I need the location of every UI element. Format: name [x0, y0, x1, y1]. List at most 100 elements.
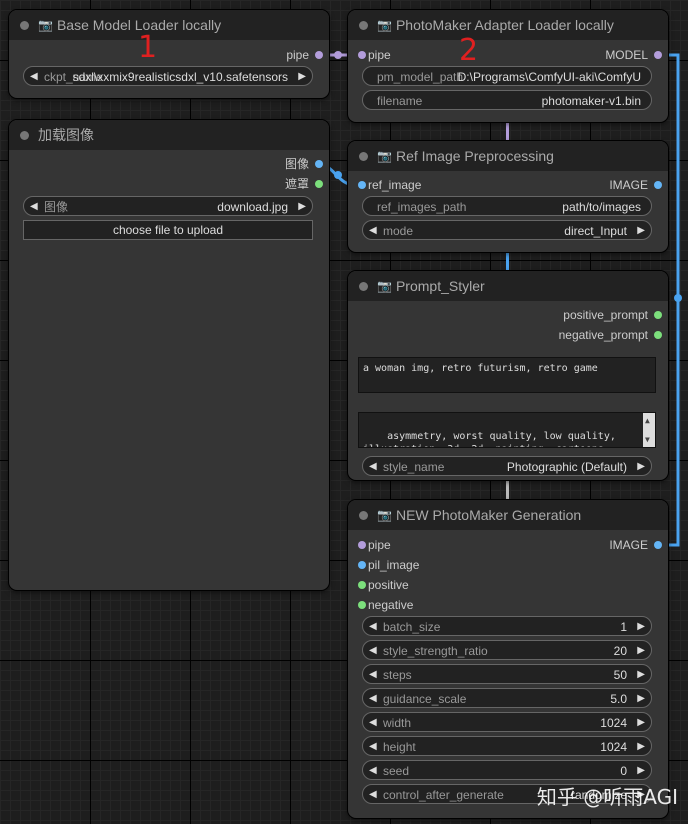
- decrement-icon[interactable]: ◀: [369, 737, 377, 757]
- node-title-bar[interactable]: 📷 Base Model Loader locally: [9, 10, 329, 40]
- arrow-right-icon[interactable]: ▶: [637, 221, 645, 241]
- collapse-dot-icon[interactable]: [359, 151, 368, 161]
- scroll-down-icon[interactable]: ▼: [645, 433, 650, 446]
- decrement-icon[interactable]: ◀: [369, 641, 377, 661]
- increment-icon[interactable]: ▶: [637, 665, 645, 685]
- input-dot-icon[interactable]: [358, 51, 366, 59]
- slot-label: ref_image: [368, 178, 422, 192]
- output-dot-icon[interactable]: [654, 311, 662, 319]
- increment-icon[interactable]: ▶: [637, 641, 645, 661]
- arrow-right-icon[interactable]: ▶: [298, 67, 306, 87]
- output-pipe[interactable]: pipe: [286, 47, 323, 63]
- text-filename[interactable]: filename photomaker-v1.bin: [362, 90, 652, 110]
- input-dot-icon[interactable]: [358, 601, 366, 609]
- negative-prompt-textarea[interactable]: asymmetry, worst quality, low quality, i…: [358, 412, 656, 448]
- output-image[interactable]: IMAGE: [609, 177, 662, 193]
- widget-value: 1024: [600, 740, 627, 754]
- input-dot-icon[interactable]: [358, 561, 366, 569]
- input-ref-image[interactable]: ref_image: [358, 177, 422, 193]
- node-load-image[interactable]: 加载图像 图像 遮罩 ◀ 图像 download.jpg ▶ choose fi…: [9, 120, 329, 590]
- collapse-dot-icon[interactable]: [359, 20, 368, 30]
- number-style-strength-ratio[interactable]: ◀ style_strength_ratio 20 ▶: [362, 640, 652, 660]
- number-width[interactable]: ◀ width 1024 ▶: [362, 712, 652, 732]
- widget-label: pm_model_path: [377, 70, 464, 84]
- arrow-left-icon[interactable]: ◀: [369, 785, 377, 805]
- output-dot-icon[interactable]: [654, 181, 662, 189]
- increment-icon[interactable]: ▶: [637, 617, 645, 637]
- slot-label: 遮罩: [284, 177, 309, 191]
- input-pipe[interactable]: pipe: [358, 537, 391, 553]
- combo-ckpt-name[interactable]: ◀ ckpt_name sdxl\xxmix9realisticsdxl_v10…: [23, 66, 313, 86]
- input-dot-icon[interactable]: [358, 581, 366, 589]
- text-ref-images-path[interactable]: ref_images_path path/to/images: [362, 196, 652, 216]
- widget-label: filename: [377, 94, 423, 108]
- collapse-dot-icon[interactable]: [359, 510, 368, 520]
- node-title-bar[interactable]: 📷 PhotoMaker Adapter Loader locally: [348, 10, 668, 40]
- output-dot-icon[interactable]: [654, 51, 662, 59]
- collapse-dot-icon[interactable]: [20, 130, 29, 140]
- widget-label: ref_images_path: [377, 200, 467, 214]
- input-positive[interactable]: positive: [358, 577, 409, 593]
- input-negative[interactable]: negative: [358, 597, 413, 613]
- increment-icon[interactable]: ▶: [637, 737, 645, 757]
- upload-button[interactable]: choose file to upload: [23, 220, 313, 240]
- node-prompt-styler[interactable]: 📷 Prompt_Styler positive_prompt negative…: [348, 271, 668, 480]
- output-dot-icon[interactable]: [315, 51, 323, 59]
- decrement-icon[interactable]: ◀: [369, 617, 377, 637]
- decrement-icon[interactable]: ◀: [369, 713, 377, 733]
- widget-label: style_name: [383, 460, 445, 474]
- node-title: PhotoMaker Adapter Loader locally: [395, 17, 614, 33]
- node-title-bar[interactable]: 📷 Prompt_Styler: [348, 271, 668, 301]
- node-photomaker-adapter-loader[interactable]: 📷 PhotoMaker Adapter Loader locally pipe…: [348, 10, 668, 122]
- decrement-icon[interactable]: ◀: [369, 761, 377, 781]
- arrow-left-icon[interactable]: ◀: [369, 457, 377, 477]
- arrow-right-icon[interactable]: ▶: [637, 457, 645, 477]
- combo-style-name[interactable]: ◀ style_name Photographic (Default) ▶: [362, 456, 652, 476]
- scrollbar[interactable]: ▲ ▼: [643, 413, 655, 447]
- output-mask[interactable]: 遮罩: [284, 176, 323, 192]
- number-guidance-scale[interactable]: ◀ guidance_scale 5.0 ▶: [362, 688, 652, 708]
- input-pil-image[interactable]: pil_image: [358, 557, 419, 573]
- collapse-dot-icon[interactable]: [20, 20, 29, 30]
- number-height[interactable]: ◀ height 1024 ▶: [362, 736, 652, 756]
- decrement-icon[interactable]: ◀: [369, 689, 377, 709]
- widget-label: seed: [383, 764, 410, 778]
- output-model[interactable]: MODEL: [605, 47, 662, 63]
- number-seed[interactable]: ◀ seed 0 ▶: [362, 760, 652, 780]
- number-steps[interactable]: ◀ steps 50 ▶: [362, 664, 652, 684]
- output-dot-icon[interactable]: [654, 331, 662, 339]
- input-pipe[interactable]: pipe: [358, 47, 391, 63]
- output-dot-icon[interactable]: [315, 160, 323, 168]
- node-title-bar[interactable]: 加载图像: [9, 120, 329, 150]
- increment-icon[interactable]: ▶: [637, 713, 645, 733]
- combo-mode[interactable]: ◀ mode direct_Input ▶: [362, 220, 652, 240]
- node-ref-image-preprocessing[interactable]: 📷 Ref Image Preprocessing ref_image IMAG…: [348, 141, 668, 252]
- increment-icon[interactable]: ▶: [637, 761, 645, 781]
- increment-icon[interactable]: ▶: [637, 689, 645, 709]
- output-positive-prompt[interactable]: positive_prompt: [563, 307, 662, 323]
- input-dot-icon[interactable]: [358, 181, 366, 189]
- node-title: NEW PhotoMaker Generation: [395, 507, 582, 523]
- input-dot-icon[interactable]: [358, 541, 366, 549]
- output-dot-icon[interactable]: [654, 541, 662, 549]
- collapse-dot-icon[interactable]: [359, 281, 368, 291]
- node-photomaker-generation[interactable]: 📷 NEW PhotoMaker Generation pipe IMAGE p…: [348, 500, 668, 818]
- arrow-left-icon[interactable]: ◀: [30, 197, 38, 217]
- output-image[interactable]: 图像: [285, 156, 323, 172]
- arrow-left-icon[interactable]: ◀: [30, 67, 38, 87]
- output-image[interactable]: IMAGE: [609, 537, 662, 553]
- arrow-left-icon[interactable]: ◀: [369, 221, 377, 241]
- output-negative-prompt[interactable]: negative_prompt: [559, 327, 662, 343]
- decrement-icon[interactable]: ◀: [369, 665, 377, 685]
- combo-image[interactable]: ◀ 图像 download.jpg ▶: [23, 196, 313, 216]
- text-pm-model-path[interactable]: pm_model_path D:\Programs\ComfyUI-aki\Co…: [362, 66, 652, 86]
- arrow-right-icon[interactable]: ▶: [298, 197, 306, 217]
- number-batch-size[interactable]: ◀ batch_size 1 ▶: [362, 616, 652, 636]
- scroll-up-icon[interactable]: ▲: [645, 414, 650, 427]
- node-base-model-loader[interactable]: 📷 Base Model Loader locally pipe ◀ ckpt_…: [9, 10, 329, 98]
- node-title-bar[interactable]: 📷 Ref Image Preprocessing: [348, 141, 668, 171]
- widget-value: direct_Input: [564, 224, 627, 238]
- positive-prompt-textarea[interactable]: a woman img, retro futurism, retro game: [358, 357, 656, 393]
- node-title-bar[interactable]: 📷 NEW PhotoMaker Generation: [348, 500, 668, 530]
- output-dot-icon[interactable]: [315, 180, 323, 188]
